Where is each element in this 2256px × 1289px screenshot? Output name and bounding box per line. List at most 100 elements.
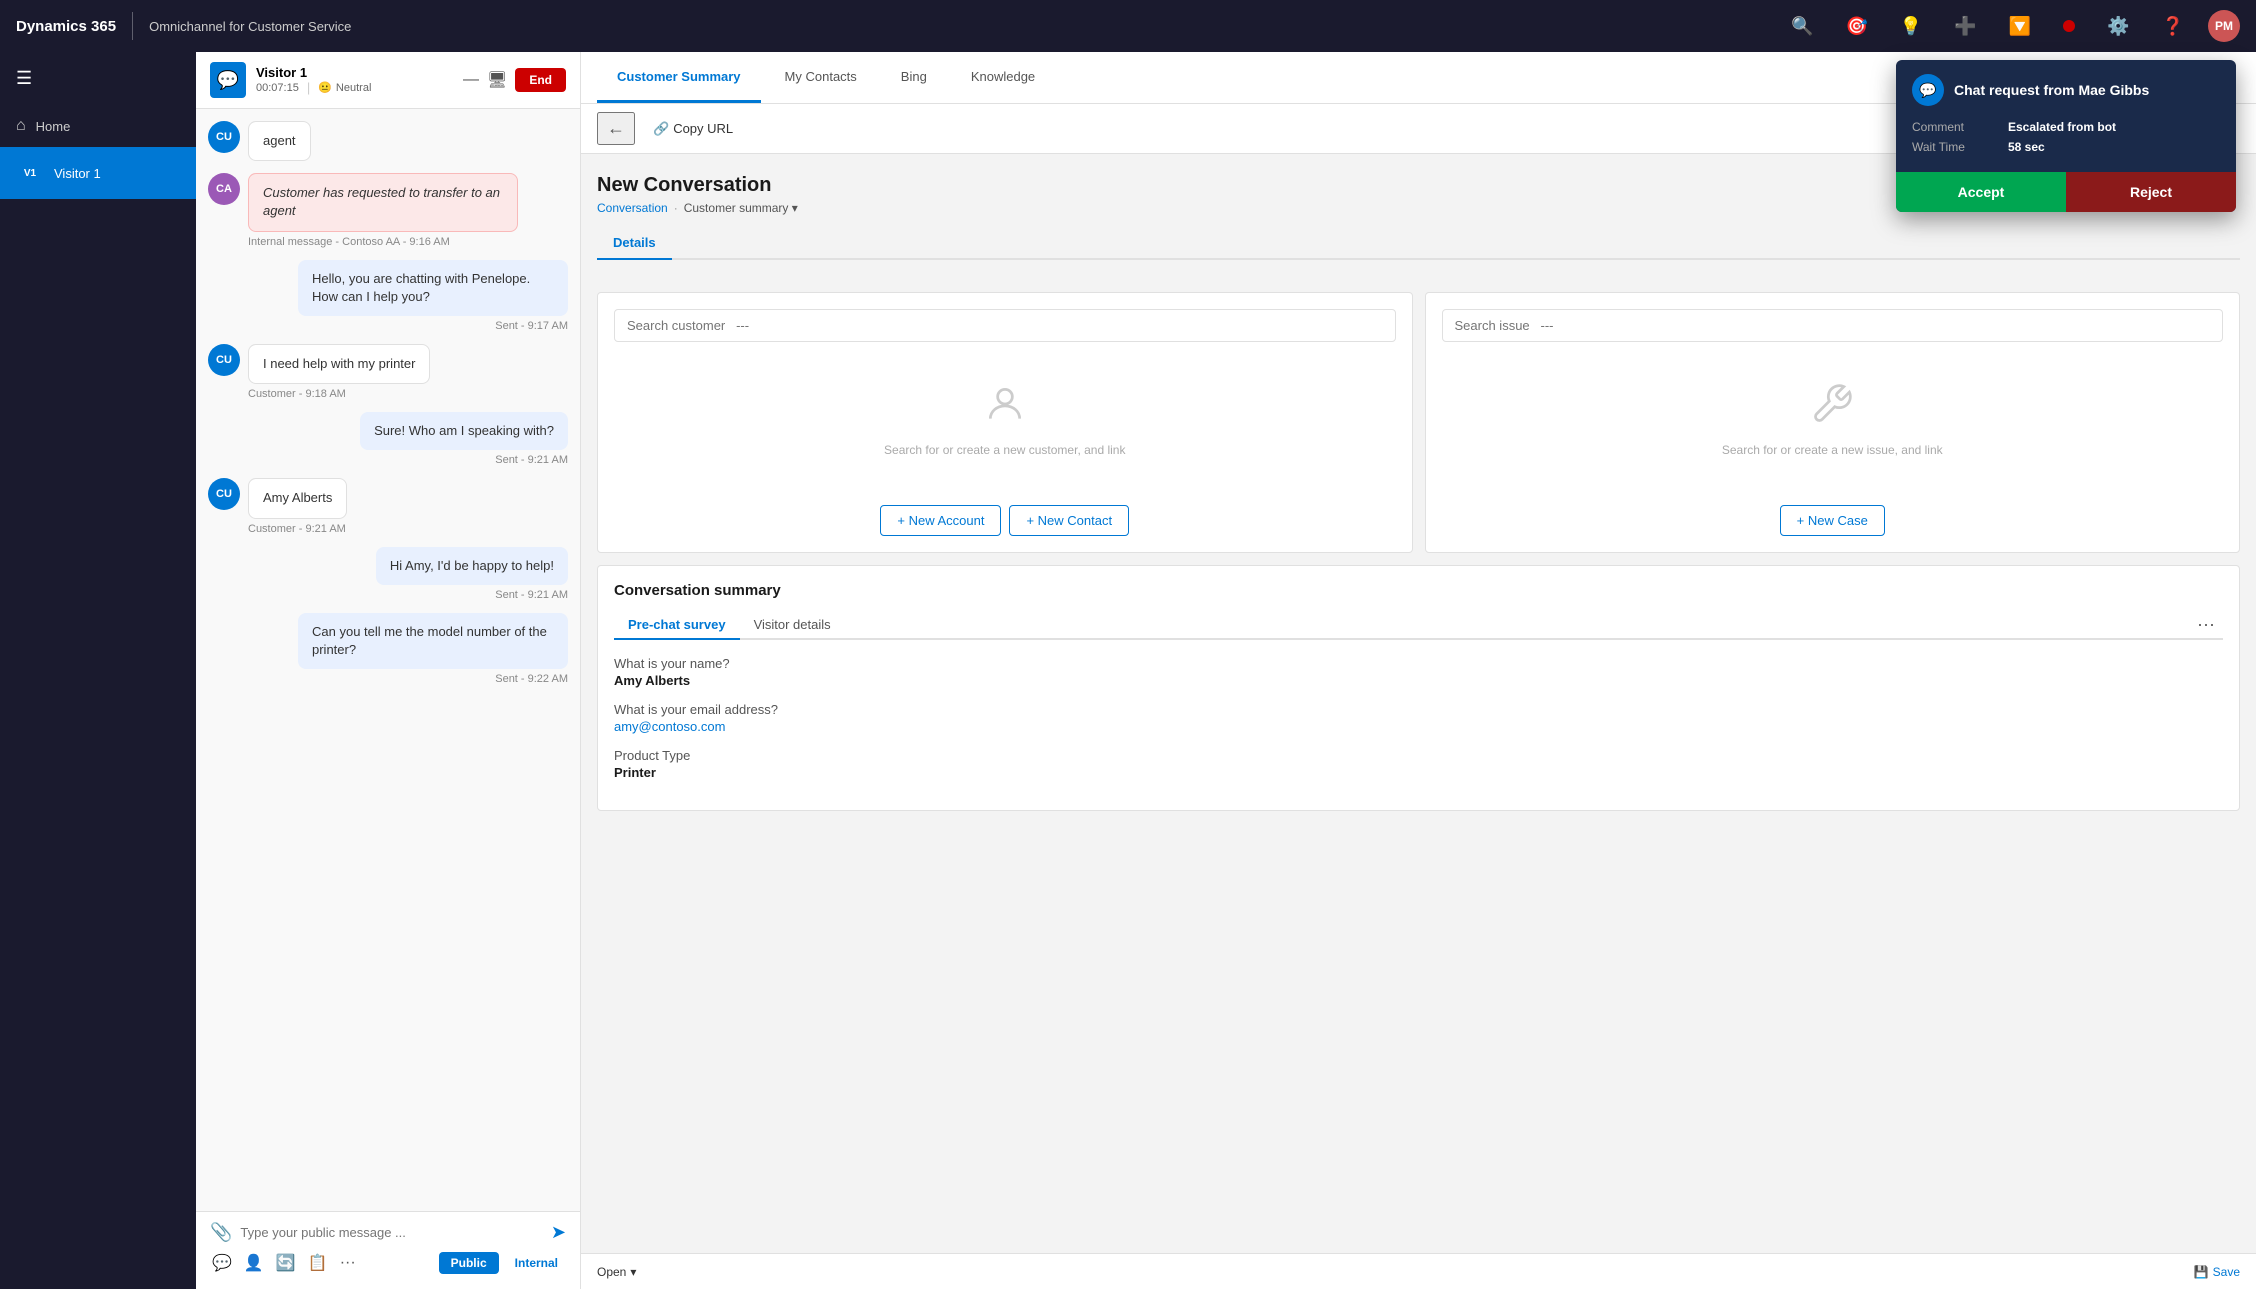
visitor-name: Visitor 1: [256, 65, 371, 80]
search-customer-input[interactable]: [614, 309, 1396, 342]
summary-label-name: What is your name?: [614, 656, 2223, 671]
minimize-button[interactable]: —: [463, 71, 479, 89]
copy-url-label: Copy URL: [673, 121, 733, 136]
internal-tab-button[interactable]: Internal: [507, 1252, 566, 1274]
sidebar-item-home-label: Home: [36, 119, 71, 134]
message-bubble: agent: [248, 121, 311, 161]
customer-card: Search for or create a new customer, and…: [597, 292, 1413, 553]
tool-btn-2[interactable]: 👤: [242, 1251, 266, 1275]
bottom-left: Open ▾: [597, 1265, 636, 1279]
hamburger-menu[interactable]: ☰: [0, 52, 196, 105]
user-avatar[interactable]: PM: [2208, 10, 2240, 42]
copy-url-button[interactable]: 🔗 Copy URL: [643, 117, 743, 141]
tab-knowledge[interactable]: Knowledge: [951, 52, 1055, 103]
tool-btn-1[interactable]: 💬: [210, 1251, 234, 1275]
accept-button[interactable]: Accept: [1896, 172, 2066, 212]
message-time: Sent - 9:21 AM: [376, 589, 568, 601]
popup-actions: Accept Reject: [1896, 172, 2236, 212]
summary-tab-visitor-details[interactable]: Visitor details: [740, 611, 845, 640]
chat-messages: CU agent CA Customer has requested to tr…: [196, 109, 580, 1211]
status-dropdown[interactable]: Open ▾: [597, 1265, 636, 1279]
popup-title: Chat request from Mae Gibbs: [1954, 82, 2149, 98]
popup-avatar-icon: 💬: [1919, 82, 1936, 99]
message-row: Sure! Who am I speaking with? Sent - 9:2…: [208, 412, 568, 466]
screen-icon[interactable]: 🖥: [487, 70, 507, 90]
ideas-icon[interactable]: 💡: [1892, 12, 1930, 41]
app-name: Omnichannel for Customer Service: [149, 19, 351, 34]
message-bubble: Sure! Who am I speaking with?: [360, 412, 568, 450]
breadcrumb-summary-label: Customer summary: [684, 201, 789, 215]
message-content: Amy Alberts Customer - 9:21 AM: [248, 478, 347, 534]
send-icon[interactable]: ➤: [551, 1222, 566, 1243]
message-bubble: Hi Amy, I'd be happy to help!: [376, 547, 568, 585]
new-contact-button[interactable]: + New Contact: [1009, 505, 1129, 536]
message-content: Sure! Who am I speaking with? Sent - 9:2…: [360, 412, 568, 466]
popup-avatar: 💬: [1912, 74, 1944, 106]
message-avatar: CU: [208, 478, 240, 510]
summary-tab-pre-chat[interactable]: Pre-chat survey: [614, 611, 740, 640]
save-button[interactable]: 💾 Save: [2194, 1265, 2240, 1279]
search-issue-input[interactable]: [1442, 309, 2224, 342]
settings-icon[interactable]: ⚙️: [2099, 12, 2137, 41]
summary-label-email: What is your email address?: [614, 702, 2223, 717]
main-content-area: Customer Summary My Contacts Bing Knowle…: [581, 52, 2256, 1289]
message-bubble: Amy Alberts: [248, 478, 347, 518]
conversation-summary-card: Conversation summary Pre-chat survey Vis…: [597, 565, 2240, 811]
bottom-bar: Open ▾ 💾 Save: [581, 1253, 2256, 1289]
message-content: Customer has requested to transfer to an…: [248, 173, 518, 247]
summary-more-button[interactable]: ···: [2189, 614, 2223, 635]
tab-customer-summary[interactable]: Customer Summary: [597, 52, 761, 103]
new-case-button[interactable]: + New Case: [1780, 505, 1885, 536]
popup-comment-label: Comment: [1912, 120, 1992, 134]
message-content: Can you tell me the model number of the …: [298, 613, 568, 685]
message-bubble: Can you tell me the model number of the …: [298, 613, 568, 669]
sidebar: ☰ ⌂ Home V1 Visitor 1: [0, 52, 196, 1289]
breadcrumb-conversation[interactable]: Conversation: [597, 201, 668, 215]
home-icon[interactable]: 🎯: [1837, 12, 1875, 41]
message-row: CU I need help with my printer Customer …: [208, 344, 568, 400]
chat-input[interactable]: [240, 1225, 542, 1240]
message-row: Hi Amy, I'd be happy to help! Sent - 9:2…: [208, 547, 568, 601]
message-bubble: Customer has requested to transfer to an…: [248, 173, 518, 231]
message-row: CA Customer has requested to transfer to…: [208, 173, 568, 247]
breadcrumb-separator: ·: [674, 201, 678, 215]
summary-label-product: Product Type: [614, 748, 2223, 763]
sub-tabs: Details: [597, 227, 2240, 260]
sub-tab-details[interactable]: Details: [597, 227, 672, 260]
tab-my-contacts[interactable]: My Contacts: [765, 52, 877, 103]
end-button[interactable]: End: [515, 68, 566, 92]
chat-tools: 💬 👤 🔄 📋 ··· Public Internal: [210, 1243, 566, 1279]
customer-empty-text: Search for or create a new customer, and…: [884, 443, 1125, 457]
new-account-button[interactable]: + New Account: [880, 505, 1001, 536]
add-icon[interactable]: ➕: [1946, 12, 1984, 41]
popup-comment-value: Escalated from bot: [2008, 120, 2116, 134]
back-button[interactable]: ←: [597, 112, 635, 145]
search-icon[interactable]: 🔍: [1783, 12, 1821, 41]
summary-field-email: What is your email address? amy@contoso.…: [614, 702, 2223, 734]
top-navigation: Dynamics 365 Omnichannel for Customer Se…: [0, 0, 2256, 52]
sentiment-indicator: 😐 Neutral: [318, 81, 371, 94]
content-body: Search for or create a new customer, and…: [581, 276, 2256, 1253]
reject-button[interactable]: Reject: [2066, 172, 2236, 212]
status-chevron-icon: ▾: [630, 1265, 636, 1279]
brand-logo: Dynamics 365: [16, 18, 116, 35]
tool-btn-4[interactable]: 📋: [306, 1251, 330, 1275]
conversation-summary-title: Conversation summary: [614, 582, 2223, 599]
filter-icon[interactable]: 🔽: [2001, 12, 2039, 41]
message-avatar: CU: [208, 121, 240, 153]
attachment-icon[interactable]: 📎: [210, 1222, 232, 1243]
tab-bing[interactable]: Bing: [881, 52, 947, 103]
breadcrumb-chevron-icon: ▾: [792, 201, 798, 215]
message-time: Sent - 9:17 AM: [298, 320, 568, 332]
issue-empty-state: Search for or create a new issue, and li…: [1442, 358, 2224, 497]
copy-url-icon: 🔗: [653, 121, 669, 137]
issue-empty-text: Search for or create a new issue, and li…: [1722, 443, 1943, 457]
breadcrumb-summary[interactable]: Customer summary ▾: [684, 201, 798, 215]
home-nav-icon: ⌂: [16, 117, 26, 135]
sidebar-item-visitor1[interactable]: V1 Visitor 1: [0, 147, 196, 199]
tool-btn-more[interactable]: ···: [338, 1252, 358, 1274]
tool-btn-3[interactable]: 🔄: [274, 1251, 298, 1275]
help-icon[interactable]: ❓: [2154, 12, 2192, 41]
sidebar-item-home[interactable]: ⌂ Home: [0, 105, 196, 147]
public-tab-button[interactable]: Public: [439, 1252, 499, 1274]
